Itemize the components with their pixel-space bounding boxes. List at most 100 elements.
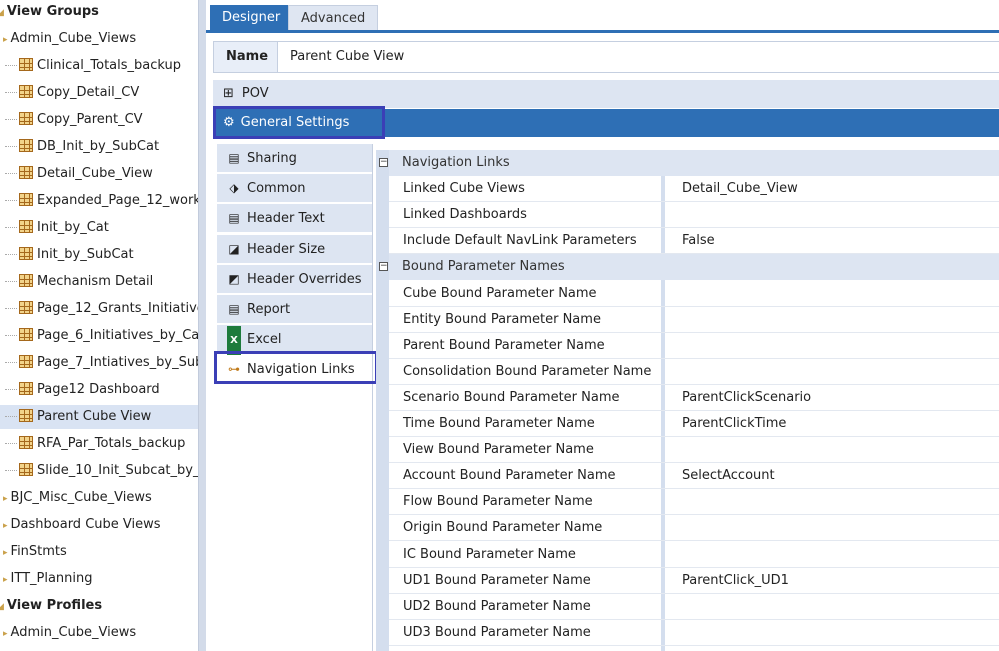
tab-advanced[interactable]: Advanced — [288, 5, 379, 30]
property-name: Consolidation Bound Parameter Name — [403, 363, 652, 379]
tree-item[interactable]: ▸ ITT_Planning — [0, 567, 198, 591]
tree-item[interactable]: ▸ Admin_Cube_Views — [0, 27, 198, 51]
tag-icon: ⬗ — [229, 181, 239, 196]
cube-view-icon — [19, 85, 33, 98]
expand-arrow-icon[interactable]: ▸ — [3, 35, 8, 45]
property-value[interactable]: Detail_Cube_View — [669, 176, 999, 201]
property-name: Scenario Bound Parameter Name — [403, 389, 620, 405]
property-value[interactable] — [669, 307, 999, 332]
property-value[interactable]: ParentClick_UD1 — [669, 568, 999, 593]
cube-view-icon — [19, 409, 33, 422]
settings-item-header-overrides[interactable]: ◩ Header Overrides — [217, 264, 372, 294]
report-icon: ▤ — [228, 302, 240, 316]
property-row[interactable]: Origin Bound Parameter Name — [389, 515, 999, 542]
property-row[interactable]: Scenario Bound Parameter Name ParentClick… — [389, 385, 999, 411]
property-row[interactable]: Parent Bound Parameter Name — [389, 333, 999, 359]
tree-group[interactable]: ◢ View Groups — [0, 0, 198, 24]
property-row[interactable]: Linked Dashboards — [389, 202, 999, 229]
tree-item[interactable]: Copy_Detail_CV — [0, 81, 198, 105]
property-value[interactable]: ParentClickScenario — [669, 385, 999, 410]
tree-connector — [5, 119, 17, 120]
expand-arrow-icon[interactable]: ◢ — [0, 602, 4, 612]
header-size-icon: ◪ — [228, 241, 240, 256]
collapse-icon[interactable]: − — [379, 158, 388, 167]
property-row[interactable]: View Bound Parameter Name — [389, 437, 999, 464]
tree-item[interactable]: Clinical_Totals_backup — [0, 54, 198, 78]
cube-view-icon — [19, 58, 33, 71]
tree-item[interactable]: Mechanism Detail — [0, 270, 198, 294]
property-value[interactable] — [669, 437, 999, 462]
settings-item-header-size[interactable]: ◪ Header Size — [217, 234, 372, 264]
property-category[interactable]: − Navigation Links — [379, 150, 999, 176]
property-row[interactable]: Consolidation Bound Parameter Name — [389, 359, 999, 385]
expand-arrow-icon[interactable]: ▸ — [3, 494, 8, 504]
expand-arrow-icon[interactable]: ▸ — [3, 548, 8, 558]
tab-designer[interactable]: Designer — [210, 5, 293, 30]
settings-item-navigation-links[interactable]: ⊶ Navigation Links — [217, 355, 372, 385]
general-settings-label: General Settings — [240, 115, 350, 130]
tree-item[interactable]: Copy_Parent_CV — [0, 108, 198, 132]
settings-item-excel[interactable]: X Excel — [217, 325, 372, 356]
settings-item-sharing[interactable]: ▤ Sharing — [217, 144, 372, 173]
general-settings-section-header[interactable]: ⚙ General Settings — [213, 109, 999, 137]
property-value[interactable]: SelectAccount — [669, 463, 999, 488]
property-value[interactable] — [669, 333, 999, 358]
collapse-icon[interactable]: − — [379, 262, 388, 272]
property-value[interactable]: False — [669, 228, 999, 253]
tree-item[interactable]: ▸ BJC_Misc_Cube_Views — [0, 486, 198, 510]
tree-item-label: ITT_Planning — [10, 571, 93, 586]
property-value[interactable] — [669, 620, 999, 645]
property-row[interactable]: Cube Bound Parameter Name — [389, 281, 999, 307]
expand-arrow-icon[interactable]: ▸ — [3, 521, 8, 531]
tree-item[interactable]: ▸ Admin_Cube_Views — [0, 621, 198, 645]
cube-view-icon — [19, 220, 33, 233]
name-input[interactable]: Parent Cube View — [277, 42, 999, 72]
property-row[interactable]: Entity Bound Parameter Name — [389, 307, 999, 333]
tree-item-label: FinStmts — [10, 544, 67, 559]
tree-item[interactable]: Page12 Dashboard — [0, 378, 198, 402]
tree-item[interactable]: Init_by_SubCat — [0, 243, 198, 267]
property-row[interactable]: UD3 Bound Parameter Name — [389, 620, 999, 646]
tree-connector — [5, 65, 17, 66]
tree-item[interactable]: Page_6_Initiatives_by_Categ — [0, 324, 198, 348]
settings-item-report[interactable]: ▤ Report — [217, 295, 372, 324]
expand-arrow-icon[interactable]: ▸ — [3, 629, 8, 639]
property-row[interactable]: Flow Bound Parameter Name — [389, 489, 999, 516]
expand-arrow-icon[interactable]: ▸ — [3, 575, 8, 585]
property-value[interactable] — [669, 594, 999, 619]
pane-splitter[interactable] — [198, 0, 206, 651]
tree-item[interactable]: Page_7_Intiatives_by_SubCa — [0, 351, 198, 375]
property-row[interactable]: UD2 Bound Parameter Name — [389, 594, 999, 620]
property-row[interactable]: IC Bound Parameter Name — [389, 542, 999, 568]
settings-item-common[interactable]: ⬗ Common — [217, 174, 372, 204]
tree-item[interactable]: ▸ Dashboard Cube Views — [0, 513, 198, 537]
property-value[interactable] — [669, 489, 999, 514]
tree-item[interactable]: Parent Cube View — [0, 405, 198, 429]
tree-item[interactable]: Page_12_Grants_Initiatives_ — [0, 297, 198, 321]
property-row[interactable]: UD1 Bound Parameter Name ParentClick_UD1 — [389, 568, 999, 594]
settings-category-list: ▤ Sharing ⬗ Common ▤ Header Text ◪ Header Size ◩… — [217, 144, 373, 651]
tree-connector — [5, 173, 17, 174]
property-row[interactable]: Time Bound Parameter Name ParentClickTime — [389, 411, 999, 437]
property-value[interactable] — [669, 515, 999, 540]
property-value[interactable] — [669, 202, 999, 227]
property-value[interactable] — [669, 359, 999, 384]
property-value[interactable]: ParentClickTime — [669, 411, 999, 436]
tree-item[interactable]: Slide_10_Init_Subcat_by_Me — [0, 459, 198, 483]
expand-arrow-icon[interactable]: ◢ — [0, 8, 4, 18]
property-row[interactable]: Account Bound Parameter Name SelectAccoun… — [389, 463, 999, 490]
property-value[interactable] — [669, 542, 999, 567]
tree-item[interactable]: Init_by_Cat — [0, 216, 198, 240]
property-row[interactable]: Linked Cube Views Detail_Cube_View — [389, 176, 999, 203]
tree-item[interactable]: DB_Init_by_SubCat — [0, 135, 198, 159]
tree-item[interactable]: Detail_Cube_View — [0, 162, 198, 186]
property-value[interactable] — [669, 281, 999, 306]
property-row[interactable]: Include Default NavLink Parameters False — [389, 228, 999, 255]
tree-item[interactable]: RFA_Par_Totals_backup — [0, 432, 198, 456]
tree-group[interactable]: ◢ View Profiles — [0, 594, 198, 618]
settings-item-header-text[interactable]: ▤ Header Text — [217, 204, 372, 234]
tree-item[interactable]: ▸ FinStmts — [0, 540, 198, 564]
pov-section-header[interactable]: ⊞ POV — [213, 80, 999, 108]
tree-item[interactable]: Expanded_Page_12_working — [0, 189, 198, 213]
property-category[interactable]: − Bound Parameter Names — [379, 254, 999, 281]
